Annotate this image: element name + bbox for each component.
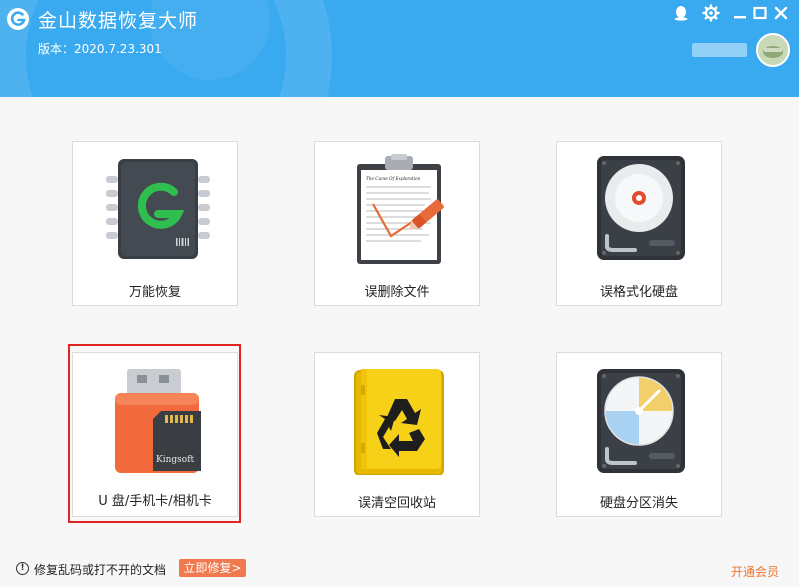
card-label: 误格式化硬盘 [599, 285, 678, 300]
card-formatted-disk[interactable]: 误格式化硬盘 [556, 141, 722, 306]
title-bar: 金山数据恢复大师 版本：2020.7.23.301 [0, 0, 799, 97]
username-placeholder[interactable] [692, 43, 747, 57]
card-deleted-files[interactable]: The Curse Of Exploration 误删除文件 [314, 141, 480, 306]
qq-icon[interactable] [672, 4, 690, 22]
chip-g-icon [106, 159, 210, 259]
avatar-image-icon [758, 35, 788, 65]
card-partition-lost[interactable]: 硬盘分区消失 [556, 352, 722, 517]
app-logo-icon [7, 8, 29, 30]
avatar[interactable] [756, 33, 790, 67]
selection-highlight [68, 344, 241, 523]
app-title: 金山数据恢复大师 [38, 10, 199, 32]
gear-icon[interactable] [702, 4, 720, 22]
card-label: 误删除文件 [364, 285, 430, 300]
doc-title: The Curse Of Exploration [366, 176, 420, 181]
card-label: 硬盘分区消失 [599, 496, 678, 511]
maximize-icon[interactable] [751, 4, 769, 22]
partition-disk-icon [597, 369, 685, 473]
card-label: 误清空回收站 [357, 496, 436, 511]
warning-icon: ! [16, 562, 29, 575]
repair-now-button[interactable]: 立即修复> [179, 559, 246, 577]
recycle-bin-icon [354, 369, 444, 475]
footer-tip: 修复乱码或打不开的文档 [34, 563, 167, 577]
close-icon[interactable] [772, 4, 790, 22]
card-label: 万能恢复 [128, 285, 181, 300]
footer-bar: ! 修复乱码或打不开的文档 立即修复> 开通会员 [0, 556, 799, 587]
clipboard-document-icon: The Curse Of Exploration [357, 154, 444, 264]
minimize-icon[interactable] [731, 4, 749, 22]
open-membership-link[interactable]: 开通会员 [731, 563, 779, 580]
app-version: 版本：2020.7.23.301 [38, 42, 162, 56]
card-recycle-bin[interactable]: 误清空回收站 [314, 352, 480, 517]
hard-disk-icon [597, 156, 685, 260]
card-universal-recovery[interactable]: 万能恢复 [72, 141, 238, 306]
